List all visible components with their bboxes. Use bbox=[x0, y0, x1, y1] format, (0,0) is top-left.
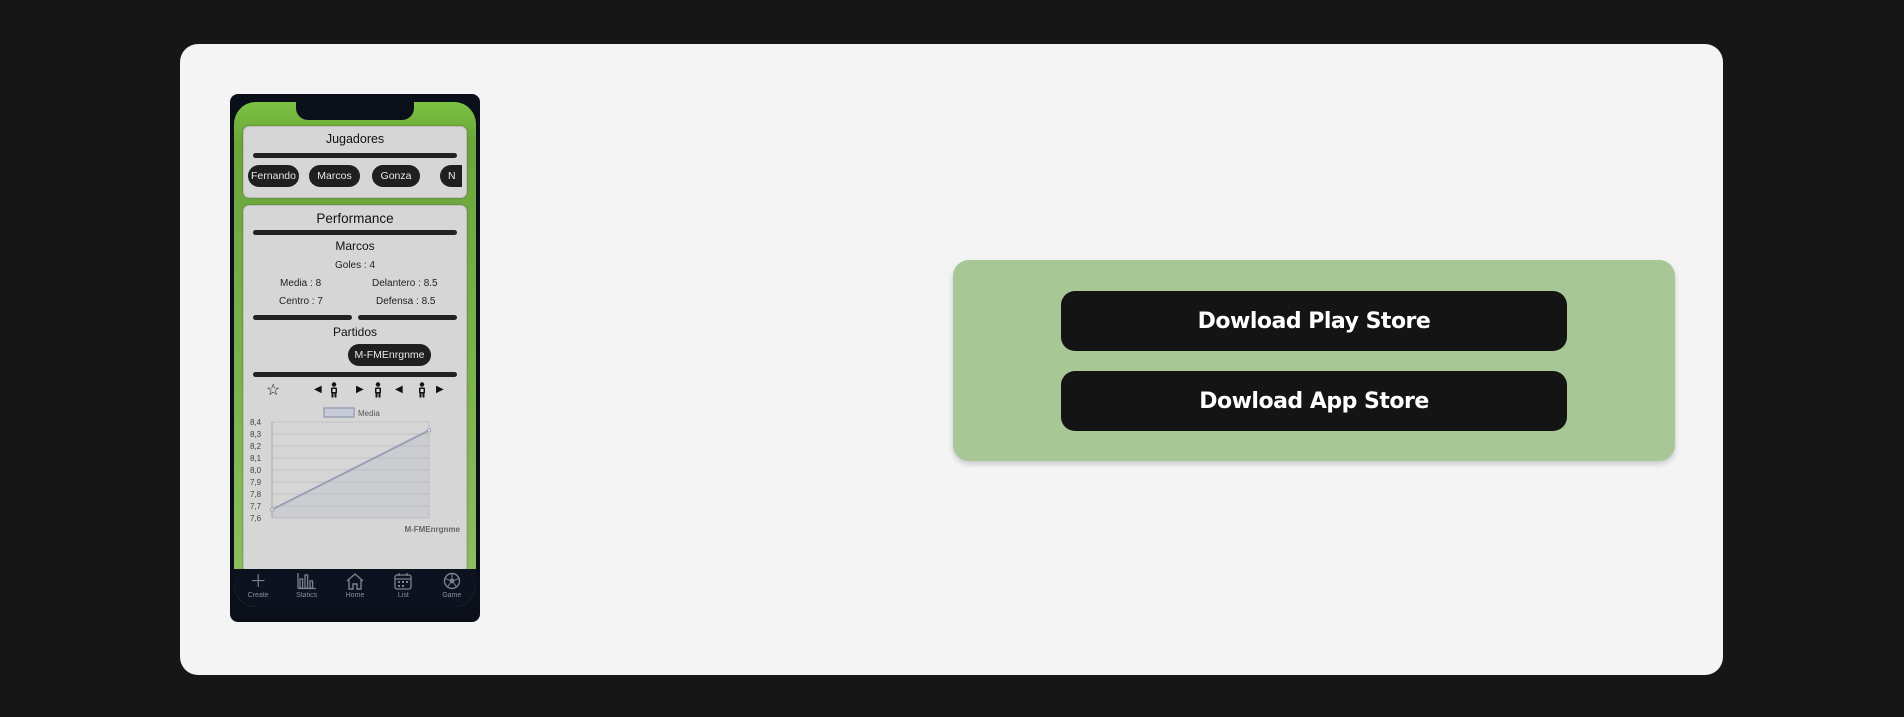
media-stat: Media : 8 bbox=[280, 278, 322, 289]
player-icon[interactable] bbox=[418, 382, 426, 401]
divider bbox=[253, 230, 457, 235]
soccer-ball-icon bbox=[430, 572, 474, 592]
performance-chart: Media 8,4 8,3 8,2 8,1 8,0 7,9 7,8 7,7 7,6 M-FMEnrg… bbox=[250, 407, 461, 534]
divider bbox=[358, 315, 457, 320]
phone-screen: Jugadores Fernando Marcos Gonza N Perfor… bbox=[234, 102, 476, 607]
tab-label: Statics bbox=[296, 592, 318, 599]
divider bbox=[253, 153, 457, 158]
player-chip[interactable]: Fernando bbox=[248, 165, 299, 187]
phone-mockup: Jugadores Fernando Marcos Gonza N Perfor… bbox=[230, 94, 480, 622]
players-title: Jugadores bbox=[325, 132, 385, 146]
player-icon[interactable] bbox=[374, 382, 382, 401]
centro-stat: Centro : 7 bbox=[279, 296, 323, 307]
x-tick-label: M-FMEnrgnme bbox=[404, 525, 460, 534]
delantero-stat: Delantero : 8.5 bbox=[372, 278, 438, 289]
goals-stat: Goles : 4 bbox=[334, 260, 376, 271]
performance-panel: Performance Marcos Goles : 4 Media : 8 D… bbox=[243, 205, 467, 572]
player-chip[interactable]: Gonza bbox=[372, 165, 420, 187]
plus-icon: ＋ bbox=[249, 572, 267, 591]
data-point bbox=[427, 428, 431, 433]
series-area bbox=[272, 430, 429, 518]
download-box: Dowload Play Store Dowload App Store bbox=[953, 260, 1675, 461]
y-tick-label: 7,7 bbox=[250, 502, 262, 511]
y-tick-label: 8,3 bbox=[250, 430, 262, 439]
download-play-store-button[interactable]: Dowload Play Store bbox=[1061, 291, 1567, 351]
tab-game[interactable]: Game bbox=[430, 569, 474, 600]
players-chip-row[interactable]: Fernando Marcos Gonza N bbox=[248, 165, 462, 189]
caret-right-icon[interactable]: ▶ bbox=[356, 384, 364, 395]
defensa-stat: Defensa : 8.5 bbox=[376, 296, 436, 307]
main-card: Jugadores Fernando Marcos Gonza N Perfor… bbox=[180, 44, 1723, 675]
caret-left-icon[interactable]: ◀ bbox=[395, 384, 403, 395]
phone-notch bbox=[296, 102, 414, 120]
performance-title: Performance bbox=[316, 211, 394, 226]
players-panel: Jugadores Fernando Marcos Gonza N bbox=[243, 126, 467, 198]
data-point bbox=[270, 507, 274, 512]
player-name: Marcos bbox=[335, 239, 375, 253]
caret-left-icon[interactable]: ◀ bbox=[314, 384, 322, 395]
y-tick-label: 7,9 bbox=[250, 478, 262, 487]
tab-statics[interactable]: Statics bbox=[285, 569, 329, 600]
y-tick-label: 8,4 bbox=[250, 418, 262, 427]
matches-title: Partidos bbox=[332, 325, 378, 339]
bottom-tab-bar: ＋ Create Statics Home List Game bbox=[234, 569, 476, 607]
y-tick-label: 7,6 bbox=[250, 514, 262, 523]
legend-label: Media bbox=[358, 409, 380, 418]
y-tick-label: 8,1 bbox=[250, 454, 262, 463]
calendar-icon bbox=[381, 572, 425, 592]
tab-label: Game bbox=[442, 592, 462, 599]
divider bbox=[253, 372, 457, 377]
caret-right-icon[interactable]: ▶ bbox=[436, 384, 444, 395]
divider bbox=[253, 315, 352, 320]
player-chip[interactable]: N bbox=[440, 165, 462, 187]
home-icon bbox=[333, 572, 377, 592]
player-icon[interactable] bbox=[330, 382, 338, 401]
y-tick-label: 8,0 bbox=[250, 466, 262, 475]
chart-controls: ☆ ◀ ▶ ◀ ▶ bbox=[244, 382, 466, 400]
tab-label: Home bbox=[345, 592, 365, 599]
legend-swatch bbox=[323, 407, 355, 418]
tab-list[interactable]: List bbox=[381, 569, 425, 600]
bar-chart-icon bbox=[285, 572, 329, 592]
tab-home[interactable]: Home bbox=[333, 569, 377, 600]
y-tick-label: 8,2 bbox=[250, 442, 262, 451]
tab-create[interactable]: ＋ Create bbox=[236, 569, 280, 600]
star-icon[interactable]: ☆ bbox=[266, 380, 280, 400]
player-chip[interactable]: Marcos bbox=[309, 165, 360, 187]
y-tick-label: 7,8 bbox=[250, 490, 262, 499]
download-app-store-button[interactable]: Dowload App Store bbox=[1061, 371, 1567, 431]
match-chip[interactable]: M-FMEnrgnme bbox=[348, 344, 431, 366]
tab-label: List bbox=[397, 592, 409, 599]
tab-label: Create bbox=[247, 592, 269, 599]
